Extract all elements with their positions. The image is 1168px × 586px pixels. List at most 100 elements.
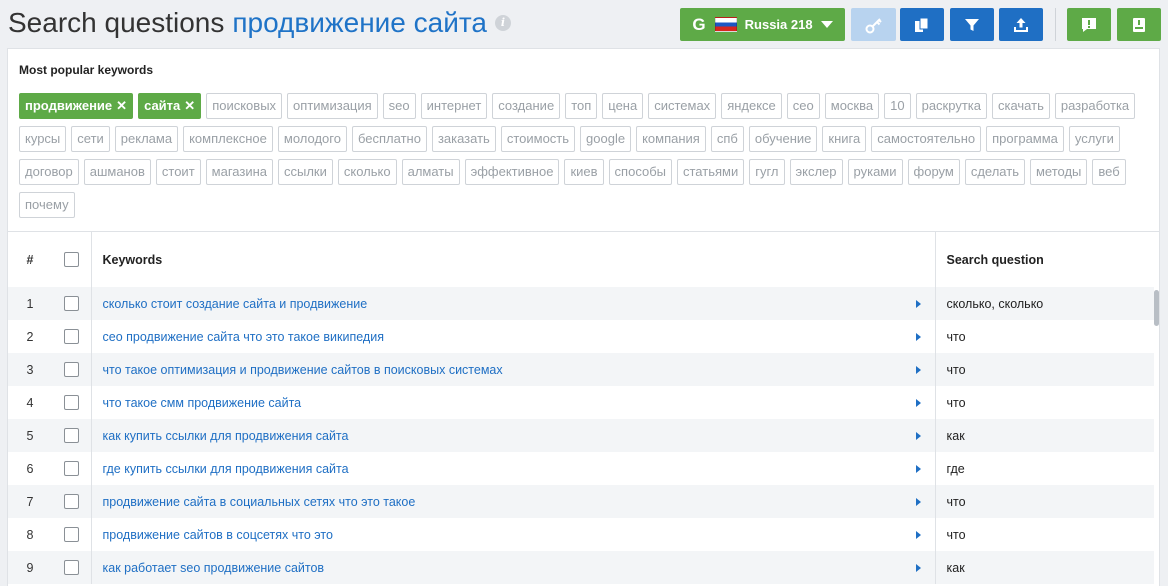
column-header-select-all bbox=[52, 232, 92, 287]
chevron-right-icon[interactable] bbox=[915, 431, 921, 440]
chevron-right-icon[interactable] bbox=[915, 530, 921, 539]
keyword-tag[interactable]: 10 bbox=[884, 93, 911, 119]
filter-button[interactable] bbox=[950, 8, 994, 41]
keyword-tag[interactable]: экслер bbox=[789, 159, 843, 185]
keyword-link[interactable]: что такое оптимизация и продвижение сайт… bbox=[103, 363, 503, 377]
keyword-link[interactable]: сео продвижение сайта что это такое вики… bbox=[103, 330, 384, 344]
keyword-tag[interactable]: книга bbox=[822, 126, 867, 152]
keyword-tag[interactable]: молодого bbox=[277, 126, 347, 152]
keyword-tag[interactable]: киев bbox=[564, 159, 604, 185]
keyword-tag[interactable]: форум bbox=[907, 159, 960, 185]
chevron-right-icon[interactable] bbox=[915, 563, 921, 572]
keyword-tag[interactable]: стоимость bbox=[500, 126, 576, 152]
keyword-tag[interactable]: руками bbox=[847, 159, 903, 185]
keyword-tag[interactable]: магазина bbox=[205, 159, 273, 185]
keyword-tag[interactable]: создание bbox=[492, 93, 561, 119]
keyword-tag[interactable]: москва bbox=[824, 93, 880, 119]
close-icon[interactable]: ✕ bbox=[116, 98, 127, 113]
keyword-tag[interactable]: способы bbox=[608, 159, 672, 185]
guide-button[interactable] bbox=[1117, 8, 1161, 41]
keyword-tag[interactable]: договор bbox=[19, 159, 79, 185]
keyword-tag[interactable]: сети bbox=[71, 126, 110, 152]
column-header-search-question[interactable]: Search question bbox=[935, 232, 1154, 287]
selected-keyword-tag[interactable]: сайта ✕ bbox=[138, 93, 202, 119]
copy-button[interactable] bbox=[900, 8, 944, 41]
keyword-link[interactable]: где купить ссылки для продвижения сайта bbox=[103, 462, 349, 476]
keyword-cell: что такое смм продвижение сайта bbox=[91, 386, 936, 419]
keyword-tag[interactable]: раскрутка bbox=[915, 93, 987, 119]
keyword-tag[interactable]: бесплатно bbox=[351, 126, 427, 152]
keyword-tag[interactable]: услуги bbox=[1068, 126, 1120, 152]
row-select-cell bbox=[52, 485, 92, 518]
keyword-tag[interactable]: гугл bbox=[749, 159, 785, 185]
row-checkbox[interactable] bbox=[63, 494, 79, 510]
feedback-button[interactable] bbox=[1067, 8, 1111, 41]
keyword-link[interactable]: как работает seo продвижение сайтов bbox=[103, 561, 325, 575]
keyword-tag[interactable]: методы bbox=[1029, 159, 1088, 185]
table-scrollbar[interactable] bbox=[1153, 287, 1160, 586]
chevron-right-icon[interactable] bbox=[915, 497, 921, 506]
filter-icon bbox=[965, 18, 979, 31]
keyword-tag[interactable]: комплексное bbox=[183, 126, 273, 152]
keyword-tag[interactable]: цена bbox=[602, 93, 644, 119]
row-checkbox[interactable] bbox=[63, 395, 79, 411]
chevron-right-icon[interactable] bbox=[915, 332, 921, 341]
keyword-tag[interactable]: заказать bbox=[431, 126, 496, 152]
export-button[interactable] bbox=[999, 8, 1043, 41]
keyword-tag[interactable]: почему bbox=[19, 192, 75, 218]
row-checkbox[interactable] bbox=[63, 296, 79, 312]
row-checkbox[interactable] bbox=[63, 560, 79, 576]
selected-keyword-tag[interactable]: продвижение ✕ bbox=[19, 93, 134, 119]
keyword-link[interactable]: продвижение сайта в социальных сетях что… bbox=[103, 495, 416, 509]
keyword-tag[interactable]: статьями bbox=[676, 159, 745, 185]
row-checkbox[interactable] bbox=[63, 329, 79, 345]
keyword-tag[interactable]: поисковых bbox=[206, 93, 283, 119]
keyword-tag[interactable]: яндексе bbox=[721, 93, 782, 119]
page-title-query: продвижение сайта bbox=[232, 7, 487, 38]
row-checkbox[interactable] bbox=[63, 527, 79, 543]
keyword-tag[interactable]: оптимизация bbox=[287, 93, 378, 119]
keyword-link[interactable]: сколько стоит создание сайта и продвижен… bbox=[103, 297, 368, 311]
keyword-tag[interactable]: спб bbox=[710, 126, 744, 152]
chevron-right-icon[interactable] bbox=[915, 398, 921, 407]
row-checkbox[interactable] bbox=[63, 362, 79, 378]
database-selector-button[interactable]: G Russia 218 bbox=[680, 8, 845, 41]
keyword-tag[interactable]: компания bbox=[636, 126, 706, 152]
keyword-tag[interactable]: ашманов bbox=[83, 159, 151, 185]
row-select-cell bbox=[52, 518, 92, 551]
keyword-link[interactable]: что такое смм продвижение сайта bbox=[103, 396, 302, 410]
chevron-right-icon[interactable] bbox=[915, 365, 921, 374]
row-checkbox[interactable] bbox=[63, 428, 79, 444]
chevron-right-icon[interactable] bbox=[915, 299, 921, 308]
keyword-tag[interactable]: сколько bbox=[337, 159, 397, 185]
keyword-tag[interactable]: программа bbox=[986, 126, 1064, 152]
column-header-keywords[interactable]: Keywords bbox=[91, 232, 936, 287]
key-button[interactable] bbox=[851, 8, 896, 41]
row-checkbox[interactable] bbox=[63, 461, 79, 477]
keyword-tag[interactable]: seo bbox=[382, 93, 416, 119]
keyword-tag[interactable]: веб bbox=[1092, 159, 1126, 185]
keyword-tag[interactable]: реклама bbox=[114, 126, 179, 152]
keyword-tag[interactable]: интернет bbox=[420, 93, 488, 119]
keyword-link[interactable]: продвижение сайтов в соцсетях что это bbox=[103, 528, 333, 542]
info-icon[interactable]: i bbox=[494, 14, 511, 31]
keyword-tag[interactable]: алматы bbox=[401, 159, 460, 185]
scrollbar-thumb[interactable] bbox=[1154, 290, 1159, 326]
keyword-tag[interactable]: google bbox=[580, 126, 632, 152]
keyword-tag[interactable]: разработка bbox=[1054, 93, 1136, 119]
keyword-tag[interactable]: сео bbox=[786, 93, 820, 119]
select-all-checkbox[interactable] bbox=[63, 252, 79, 268]
keyword-tag[interactable]: обучение bbox=[748, 126, 818, 152]
keyword-tag[interactable]: самостоятельно bbox=[871, 126, 982, 152]
keyword-tag[interactable]: курсы bbox=[19, 126, 67, 152]
keyword-tag[interactable]: скачать bbox=[991, 93, 1050, 119]
chevron-right-icon[interactable] bbox=[915, 464, 921, 473]
keyword-tag[interactable]: стоит bbox=[155, 159, 201, 185]
close-icon[interactable]: ✕ bbox=[184, 98, 195, 113]
keyword-tag[interactable]: ссылки bbox=[278, 159, 333, 185]
keyword-tag[interactable]: сделать bbox=[964, 159, 1025, 185]
keyword-tag[interactable]: системах bbox=[648, 93, 717, 119]
keyword-tag[interactable]: эффективное bbox=[464, 159, 560, 185]
keyword-link[interactable]: как купить ссылки для продвижения сайта bbox=[103, 429, 349, 443]
keyword-tag[interactable]: топ bbox=[565, 93, 598, 119]
